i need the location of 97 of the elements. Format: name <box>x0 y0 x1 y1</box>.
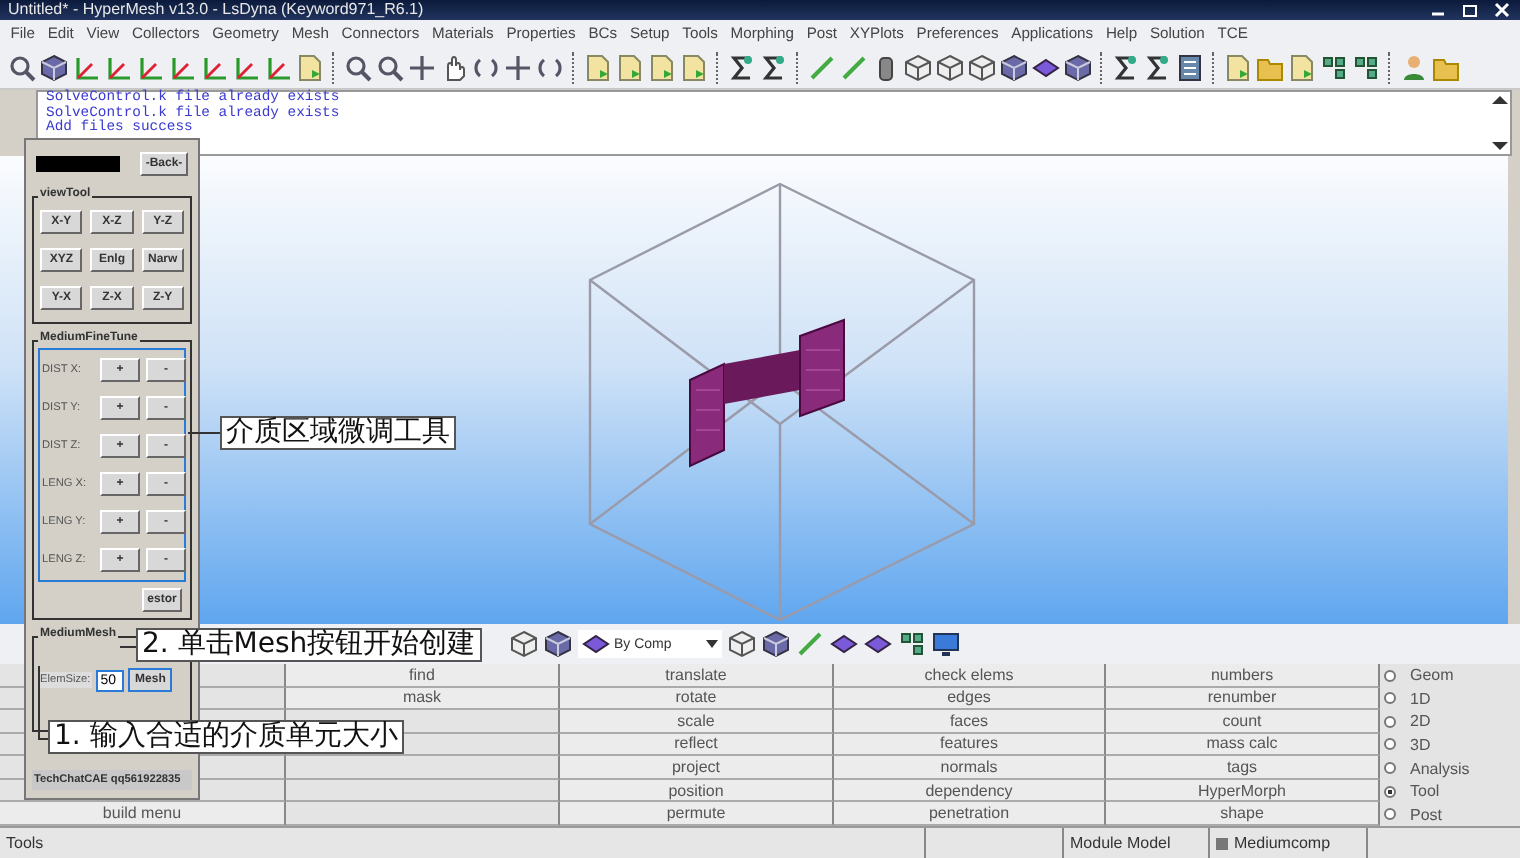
cube-icon[interactable] <box>1000 53 1028 81</box>
axis-icon[interactable] <box>264 53 292 81</box>
panel-button[interactable]: permute <box>560 802 834 826</box>
folder-icon[interactable] <box>1432 53 1460 81</box>
layer-icon[interactable] <box>830 630 858 658</box>
close-icon[interactable] <box>1492 2 1512 18</box>
panel-button[interactable]: tags <box>1106 756 1380 780</box>
cube-icon[interactable] <box>1064 53 1092 81</box>
move-icon[interactable] <box>504 53 532 81</box>
panel-button[interactable]: reflect <box>560 733 834 757</box>
grid-icon[interactable] <box>898 630 926 658</box>
component-icon <box>1216 837 1228 849</box>
monitor-icon[interactable] <box>932 630 960 658</box>
panel-button[interactable]: features <box>834 733 1106 757</box>
panel-button[interactable]: mass calc <box>1106 733 1380 757</box>
document-icon[interactable] <box>1288 53 1316 81</box>
callout-tooltip: 1. 输入合适的介质单元大小 <box>48 720 404 754</box>
radio-button[interactable] <box>1384 808 1396 821</box>
panel-button[interactable]: translate <box>560 664 834 688</box>
panel-button[interactable]: position <box>560 779 834 803</box>
panel-button[interactable]: find <box>286 664 560 688</box>
axis-icon[interactable] <box>104 53 132 81</box>
panel-button[interactable]: mask <box>286 687 560 711</box>
window-title: Untitled* - HyperMesh v13.0 - LsDyna (Keyword971_R6.1) <box>8 0 424 20</box>
panel-button[interactable]: HyperMorph <box>1106 779 1380 803</box>
layer-icon[interactable] <box>864 630 892 658</box>
layer-icon[interactable] <box>1032 53 1060 81</box>
panel-button[interactable]: check elems <box>834 664 1106 688</box>
document-icon[interactable] <box>648 53 676 81</box>
component-name: Mediumcomp <box>1234 834 1331 852</box>
cube-icon[interactable] <box>936 53 964 81</box>
cube-icon[interactable] <box>40 53 68 81</box>
cube-icon[interactable] <box>968 53 996 81</box>
radio-button[interactable] <box>1384 785 1396 798</box>
radio-button[interactable] <box>1384 715 1396 728</box>
cube-icon[interactable] <box>904 53 932 81</box>
panel-button[interactable]: normals <box>834 756 1106 780</box>
magnifier-icon[interactable] <box>344 53 372 81</box>
panel-button[interactable]: dependency <box>834 779 1106 803</box>
panel-button[interactable]: scale <box>560 710 834 734</box>
sigma-icon[interactable] <box>1112 53 1140 81</box>
magnifier-icon[interactable] <box>376 53 404 81</box>
move-icon[interactable] <box>408 53 436 81</box>
document-icon[interactable] <box>616 53 644 81</box>
magnifier-icon[interactable] <box>8 53 36 81</box>
radio-label: Geom <box>1410 666 1454 685</box>
display-swatch <box>36 156 120 172</box>
radio-label: Post <box>1410 805 1443 824</box>
radio-button[interactable] <box>1384 692 1396 705</box>
document-icon[interactable] <box>680 53 708 81</box>
panel-button[interactable]: count <box>1106 710 1380 734</box>
radio-button[interactable] <box>1384 669 1396 682</box>
panel-button[interactable]: project <box>560 756 834 780</box>
radio-label: 1D <box>1410 689 1431 708</box>
document-icon[interactable] <box>584 53 612 81</box>
radio-label: Tool <box>1410 782 1440 801</box>
sigma-icon[interactable] <box>1144 53 1172 81</box>
axis-icon[interactable] <box>168 53 196 81</box>
cube-icon[interactable] <box>728 630 756 658</box>
caret-icon <box>706 638 718 650</box>
panel-button[interactable]: rotate <box>560 687 834 711</box>
document-icon[interactable] <box>1224 53 1252 81</box>
sigma-icon[interactable] <box>760 53 788 81</box>
radio-label: Analysis <box>1410 759 1470 778</box>
leader-line <box>120 646 136 648</box>
axis-icon[interactable] <box>72 53 100 81</box>
axis-icon[interactable] <box>232 53 260 81</box>
folder-icon[interactable] <box>1256 53 1284 81</box>
radio-button[interactable] <box>1384 762 1396 775</box>
grid-icon[interactable] <box>1320 53 1348 81</box>
panel-button[interactable]: build menu <box>0 802 286 826</box>
radio-label: 2D <box>1410 712 1431 731</box>
cube-icon[interactable] <box>544 630 572 658</box>
axis-icon[interactable] <box>200 53 228 81</box>
layer-icon[interactable] <box>582 630 610 658</box>
panel-button[interactable]: renumber <box>1106 687 1380 711</box>
module-name: Module Model <box>1070 834 1171 852</box>
callout-tooltip: 2. 单击Mesh按钮开始创建 <box>136 628 482 662</box>
radio-label: 3D <box>1410 735 1431 754</box>
cube-icon[interactable] <box>510 630 538 658</box>
panel-button[interactable]: numbers <box>1106 664 1380 688</box>
line-icon[interactable] <box>808 53 836 81</box>
document-icon[interactable] <box>296 53 324 81</box>
callout-tooltip: 介质区域微调工具 <box>220 416 456 450</box>
panel-button[interactable]: faces <box>834 710 1106 734</box>
person-icon[interactable] <box>1400 53 1428 81</box>
sigma-icon[interactable] <box>728 53 756 81</box>
panel-button[interactable]: edges <box>834 687 1106 711</box>
panel-button[interactable]: shape <box>1106 802 1380 826</box>
panel-button[interactable]: penetration <box>834 802 1106 826</box>
cube-icon[interactable] <box>762 630 790 658</box>
grid-icon[interactable] <box>1352 53 1380 81</box>
maximize-icon[interactable] <box>1460 2 1480 18</box>
radio-button[interactable] <box>1384 738 1396 751</box>
calculator-icon[interactable] <box>1176 53 1204 81</box>
status-message: Tools <box>6 834 44 852</box>
axis-icon[interactable] <box>136 53 164 81</box>
